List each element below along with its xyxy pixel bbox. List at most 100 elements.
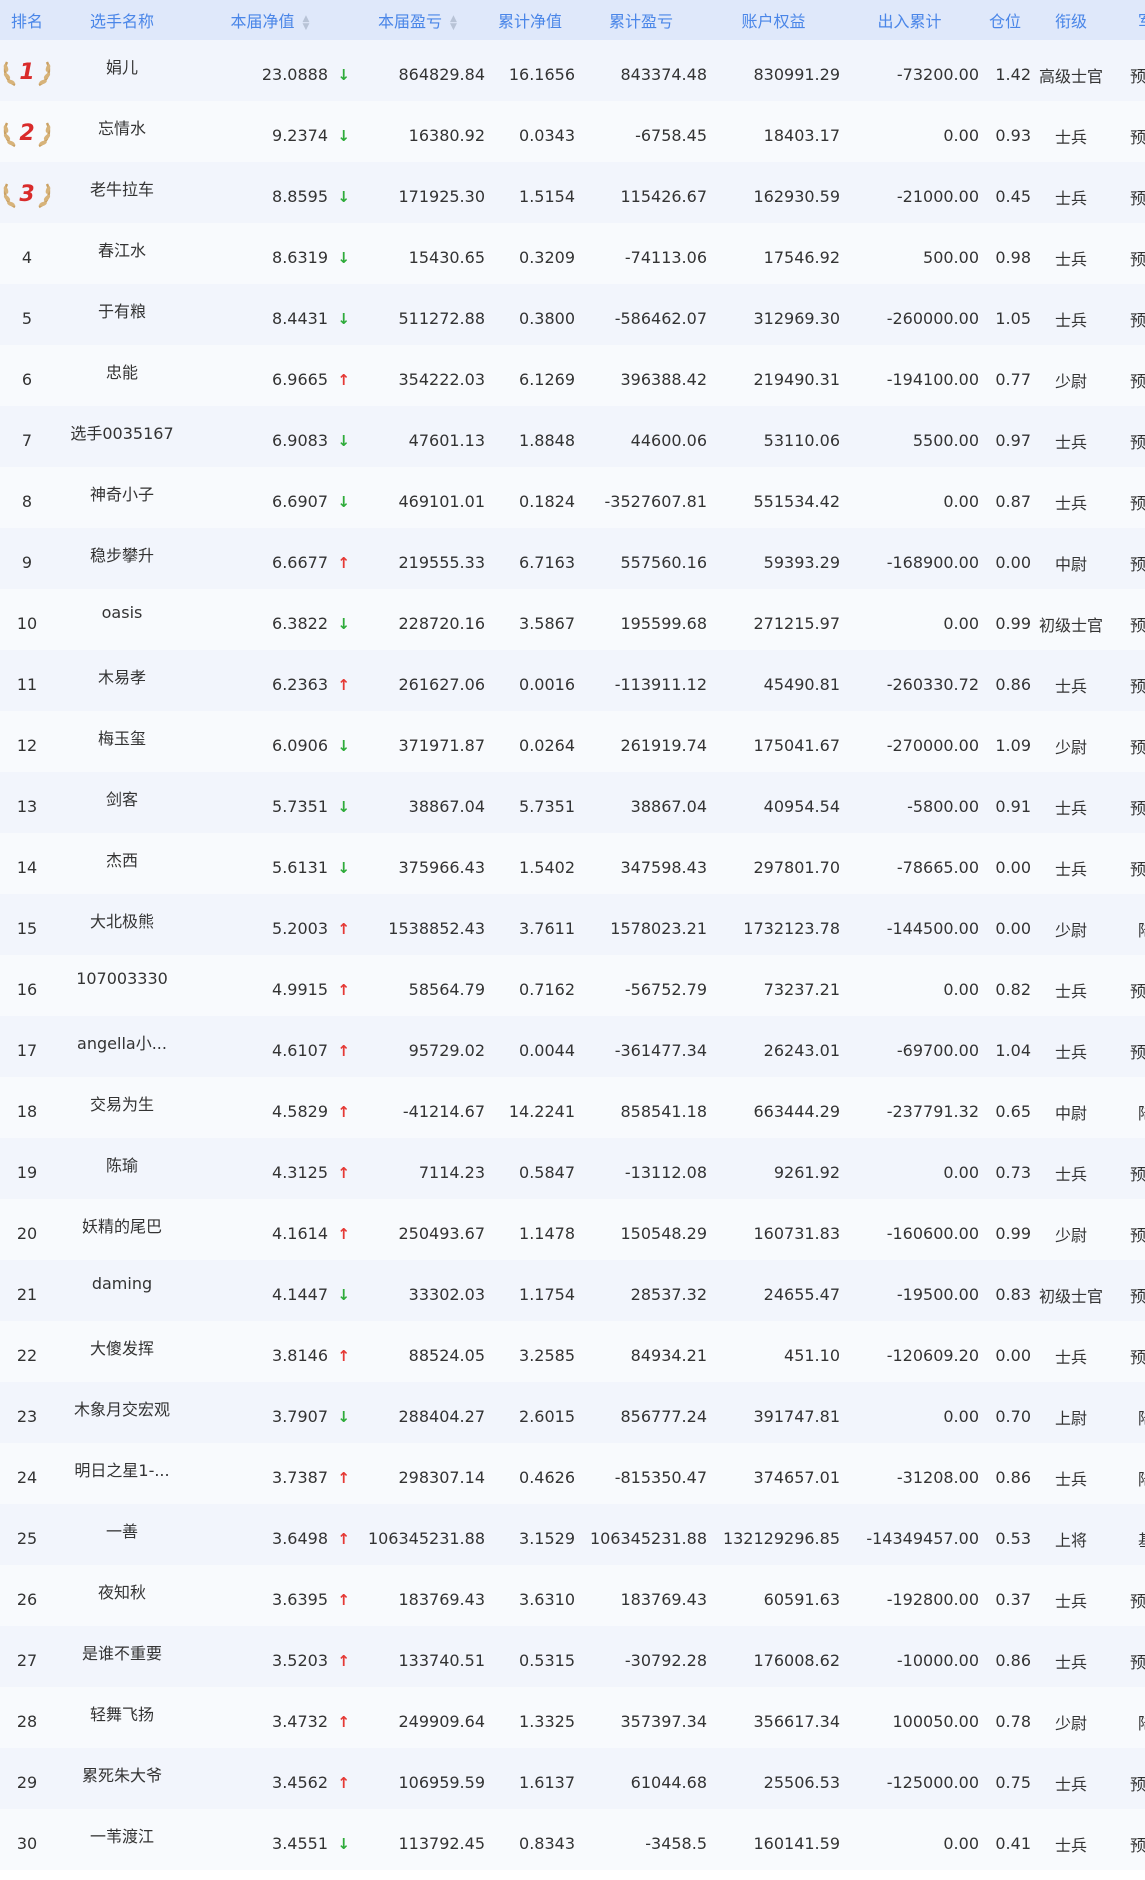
rank-cell: 10	[0, 589, 54, 650]
table-row[interactable]: 30 一苇渡江 3.4551 ↓ 113792.45 0.8343 -3458.5…	[0, 1809, 1145, 1870]
player-name[interactable]: 夜知秋	[54, 1565, 190, 1626]
player-name[interactable]: 忠能	[54, 345, 190, 406]
table-row[interactable]: 9 稳步攀升 6.6677 ↑ 219555.33 6.7163 557560.1…	[0, 528, 1145, 589]
current-pnl: 371971.87	[398, 736, 485, 755]
current-nav-cell: 3.5203 ↑	[190, 1626, 350, 1687]
player-name[interactable]: 杰西	[54, 833, 190, 894]
header-cumulative-pnl[interactable]: 累计盈亏	[575, 0, 707, 40]
header-inout-total[interactable]: 出入累计	[840, 0, 979, 40]
cumulative-pnl: -113911.12	[614, 675, 707, 694]
header-rank[interactable]: 排名	[0, 0, 54, 40]
table-row[interactable]: 28 轻舞飞扬 3.4732 ↑ 249909.64 1.3325 357397.…	[0, 1687, 1145, 1748]
inout-total: 0.00	[943, 614, 979, 633]
table-row[interactable]: 14 杰西 5.6131 ↓ 375966.43 1.5402 347598.43…	[0, 833, 1145, 894]
header-current-pnl[interactable]: 本届盈亏 ▲ ▼	[350, 0, 485, 40]
player-name[interactable]: 大北极熊	[54, 894, 190, 955]
table-row[interactable]: 13 剑客 5.7351 ↓ 38867.04 5.7351 38867.04 4…	[0, 772, 1145, 833]
table-row[interactable]: 19 陈瑜 4.3125 ↑ 7114.23 0.5847 -13112.08 9…	[0, 1138, 1145, 1199]
header-player-name[interactable]: 选手名称	[54, 0, 190, 40]
player-name[interactable]: 神奇小子	[54, 467, 190, 528]
player-name[interactable]: 一苇渡江	[54, 1809, 190, 1870]
player-name[interactable]: 忘情水	[54, 101, 190, 162]
header-branch[interactable]: 军种	[1111, 0, 1145, 40]
table-row[interactable]: 6 忠能 6.9665 ↑ 354222.03 6.1269 396388.42 …	[0, 345, 1145, 406]
player-name[interactable]: 107003330	[54, 955, 190, 1016]
header-cumulative-nav[interactable]: 累计净值	[485, 0, 575, 40]
player-name[interactable]: 选手0035167	[54, 406, 190, 467]
player-name[interactable]: 剑客	[54, 772, 190, 833]
table-row[interactable]: 4 春江水 8.6319 ↓ 15430.65 0.3209 -74113.06 …	[0, 223, 1145, 284]
current-pnl: -41214.67	[402, 1102, 485, 1121]
player-name[interactable]: 妖精的尾巴	[54, 1199, 190, 1260]
player-name[interactable]: 于有粮	[54, 284, 190, 345]
table-row[interactable]: 21 daming 4.1447 ↓ 33302.03 1.1754 28537.…	[0, 1260, 1145, 1321]
header-account-equity[interactable]: 账户权益	[707, 0, 840, 40]
branch: 预备役	[1129, 432, 1145, 452]
player-name[interactable]: daming	[54, 1260, 190, 1321]
player-name[interactable]: 交易为生	[54, 1077, 190, 1138]
table-row[interactable]: 3 老牛拉车 8.8595 ↓ 171925.30 1.5154 115426.6…	[0, 162, 1145, 223]
table-row[interactable]: 22 大傻发挥 3.8146 ↑ 88524.05 3.2585 84934.21…	[0, 1321, 1145, 1382]
player-name[interactable]: 老牛拉车	[54, 162, 190, 223]
current-pnl: 133740.51	[398, 1651, 485, 1670]
position: 0.45	[995, 187, 1031, 206]
table-row[interactable]: 11 木易孝 6.2363 ↑ 261627.06 0.0016 -113911.…	[0, 650, 1145, 711]
laurel-medal-icon: 2	[1, 119, 53, 149]
account-equity: 18403.17	[763, 126, 840, 145]
table-row[interactable]: 24 明日之星1-... 3.7387 ↑ 298307.14 0.4626 -8…	[0, 1443, 1145, 1504]
table-row[interactable]: 7 选手0035167 6.9083 ↓ 47601.13 1.8848 4460…	[0, 406, 1145, 467]
table-row[interactable]: 23 木象月交宏观 3.7907 ↓ 288404.27 2.6015 85677…	[0, 1382, 1145, 1443]
table-row[interactable]: 18 交易为生 4.5829 ↑ -41214.67 14.2241 858541…	[0, 1077, 1145, 1138]
player-name[interactable]: 大傻发挥	[54, 1321, 190, 1382]
rank-title: 士兵	[1054, 1652, 1087, 1672]
table-row[interactable]: 10 oasis 6.3822 ↓ 228720.16 3.5867 195599…	[0, 589, 1145, 650]
account-equity: 374657.01	[753, 1468, 840, 1487]
player-name[interactable]: 稳步攀升	[54, 528, 190, 589]
table-row[interactable]: 1 娟儿 23.0888 ↓ 864829.84 16.1656 843374.4…	[0, 40, 1145, 101]
table-row[interactable]: 2 忘情水 9.2374 ↓ 16380.92 0.0343 -6758.45 1…	[0, 101, 1145, 162]
current-nav: 8.6319	[272, 248, 328, 267]
table-row[interactable]: 20 妖精的尾巴 4.1614 ↑ 250493.67 1.1478 150548…	[0, 1199, 1145, 1260]
player-name[interactable]: 明日之星1-...	[54, 1443, 190, 1504]
cumulative-pnl: -30792.28	[624, 1651, 707, 1670]
table-row[interactable]: 5 于有粮 8.4431 ↓ 511272.88 0.3800 -586462.0…	[0, 284, 1145, 345]
branch: 预备役	[1129, 798, 1145, 818]
table-row[interactable]: 12 梅玉玺 6.0906 ↓ 371971.87 0.0264 261919.7…	[0, 711, 1145, 772]
table-row[interactable]: 17 angella小... 4.6107 ↑ 95729.02 0.0044 -…	[0, 1016, 1145, 1077]
account-equity: 551534.42	[753, 492, 840, 511]
player-name[interactable]: 陈瑜	[54, 1138, 190, 1199]
table-row[interactable]: 16 107003330 4.9915 ↑ 58564.79 0.7162 -56…	[0, 955, 1145, 1016]
position: 0.41	[995, 1834, 1031, 1853]
player-name[interactable]: angella小...	[54, 1016, 190, 1077]
player-name[interactable]: 木易孝	[54, 650, 190, 711]
table-row[interactable]: 15 大北极熊 5.2003 ↑ 1538852.43 3.7611 157802…	[0, 894, 1145, 955]
cumulative-nav: 3.2585	[519, 1346, 575, 1365]
current-nav-cell: 6.2363 ↑	[190, 650, 350, 711]
table-row[interactable]: 25 一善 3.6498 ↑ 106345231.88 3.1529 106345…	[0, 1504, 1145, 1565]
rank-number: 13	[16, 797, 38, 816]
rank-number: 15	[16, 919, 38, 938]
header-current-nav[interactable]: 本届净值 ▲ ▼	[190, 0, 350, 40]
player-name[interactable]: 春江水	[54, 223, 190, 284]
player-name[interactable]: 一善	[54, 1504, 190, 1565]
player-name[interactable]: 是谁不重要	[54, 1626, 190, 1687]
table-row[interactable]: 26 夜知秋 3.6395 ↑ 183769.43 3.6310 183769.4…	[0, 1565, 1145, 1626]
player-name[interactable]: 娟儿	[54, 40, 190, 101]
header-rank-title[interactable]: 衔级	[1031, 0, 1111, 40]
player-name[interactable]: 累死朱大爷	[54, 1748, 190, 1809]
header-position[interactable]: 仓位	[979, 0, 1031, 40]
table-row[interactable]: 8 神奇小子 6.6907 ↓ 469101.01 0.1824 -3527607…	[0, 467, 1145, 528]
sort-icon[interactable]: ▲ ▼	[450, 14, 457, 31]
player-name[interactable]: 木象月交宏观	[54, 1382, 190, 1443]
player-name[interactable]: 梅玉玺	[54, 711, 190, 772]
table-row[interactable]: 27 是谁不重要 3.5203 ↑ 133740.51 0.5315 -30792…	[0, 1626, 1145, 1687]
current-nav-cell: 4.1447 ↓	[190, 1260, 350, 1321]
sort-icon[interactable]: ▲ ▼	[303, 14, 310, 31]
player-name[interactable]: 轻舞飞扬	[54, 1687, 190, 1748]
rank-title: 士兵	[1054, 1469, 1087, 1489]
table-row[interactable]: 29 累死朱大爷 3.4562 ↑ 106959.59 1.6137 61044.…	[0, 1748, 1145, 1809]
rank-number: 16	[16, 980, 38, 999]
player-name[interactable]: oasis	[54, 589, 190, 650]
rank-cell: 18	[0, 1077, 54, 1138]
account-equity: 17546.92	[763, 248, 840, 267]
